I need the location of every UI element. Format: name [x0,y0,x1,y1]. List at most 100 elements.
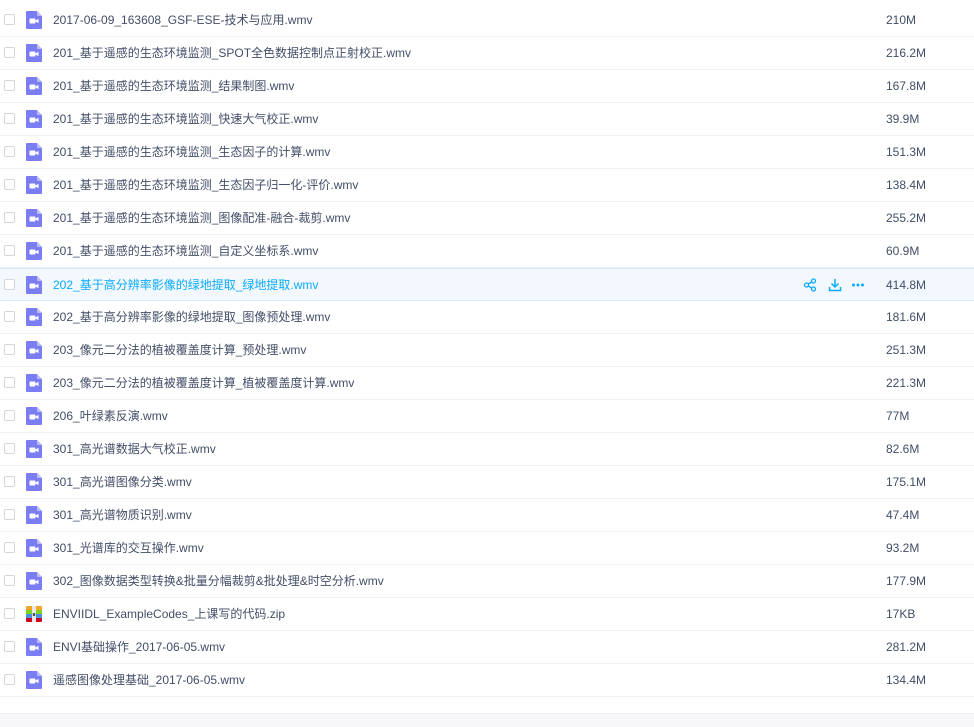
video-file-icon [26,77,42,95]
row-checkbox[interactable] [4,344,15,355]
file-row[interactable]: 201_基于遥感的生态环境监测_SPOT全色数据控制点正射校正.wmv 216.2… [0,37,974,70]
file-name[interactable]: 301_高光谱数据大气校正.wmv [53,433,216,465]
file-name[interactable]: 206_叶绿素反演.wmv [53,400,168,432]
file-size: 177.9M [886,574,927,588]
file-size: 77M [886,409,910,423]
row-checkbox[interactable] [4,311,15,322]
file-name[interactable]: 201_基于遥感的生态环境监测_生态因子归一化-评价.wmv [53,169,358,201]
row-checkbox[interactable] [4,575,15,586]
file-name[interactable]: 201_基于遥感的生态环境监测_SPOT全色数据控制点正射校正.wmv [53,37,411,69]
file-name[interactable]: ENVIIDL_ExampleCodes_上课写的代码.zip [53,598,285,630]
file-size: 181.6M [886,310,927,324]
file-size: 60.9M [886,244,920,258]
download-icon[interactable] [828,278,842,292]
row-checkbox[interactable] [4,80,15,91]
file-name[interactable]: 201_基于遥感的生态环境监测_图像配准-融合-裁剪.wmv [53,202,350,234]
video-file-icon [26,308,42,326]
file-row[interactable]: 203_像元二分法的植被覆盖度计算_植被覆盖度计算.wmv 221.3M [0,367,974,400]
file-size: 251.3M [886,343,927,357]
file-name[interactable]: 201_基于遥感的生态环境监测_结果制图.wmv [53,70,294,102]
file-name[interactable]: ENVI基础操作_2017-06-05.wmv [53,631,225,663]
file-size: 151.3M [886,145,927,159]
file-row[interactable]: 301_高光谱数据大气校正.wmv 82.6M [0,433,974,466]
video-file-icon [26,638,42,656]
file-row[interactable]: 206_叶绿素反演.wmv 77M [0,400,974,433]
video-file-icon [26,11,42,29]
file-row[interactable]: 201_基于遥感的生态环境监测_生态因子的计算.wmv 151.3M [0,136,974,169]
file-name[interactable]: 203_像元二分法的植被覆盖度计算_预处理.wmv [53,334,306,366]
row-checkbox[interactable] [4,212,15,223]
file-size: 281.2M [886,640,927,654]
row-checkbox[interactable] [4,245,15,256]
file-row[interactable]: 202_基于高分辨率影像的绿地提取_图像预处理.wmv 181.6M [0,301,974,334]
file-row[interactable]: 201_基于遥感的生态环境监测_生态因子归一化-评价.wmv 138.4M [0,169,974,202]
file-size: 216.2M [886,46,927,60]
row-checkbox[interactable] [4,146,15,157]
file-row[interactable]: ENVI基础操作_2017-06-05.wmv 281.2M [0,631,974,664]
file-size: 221.3M [886,376,927,390]
file-row[interactable]: 203_像元二分法的植被覆盖度计算_预处理.wmv 251.3M [0,334,974,367]
video-file-icon [26,143,42,161]
video-file-icon [26,440,42,458]
file-name[interactable]: 202_基于高分辨率影像的绿地提取_绿地提取.wmv [53,269,318,301]
file-row[interactable]: 301_光谱库的交互操作.wmv 93.2M [0,532,974,565]
file-name[interactable]: 遥感图像处理基础_2017-06-05.wmv [53,664,245,696]
file-name[interactable]: 301_光谱库的交互操作.wmv [53,532,204,564]
file-name[interactable]: 201_基于遥感的生态环境监测_生态因子的计算.wmv [53,136,330,168]
more-icon[interactable] [851,278,865,292]
file-size: 414.8M [886,278,927,292]
file-row[interactable]: 301_高光谱图像分类.wmv 175.1M [0,466,974,499]
video-file-icon [26,671,42,689]
file-size: 39.9M [886,112,920,126]
share-icon[interactable] [803,278,817,292]
file-row[interactable]: 301_高光谱物质识别.wmv 47.4M [0,499,974,532]
row-checkbox[interactable] [4,509,15,520]
row-checkbox[interactable] [4,542,15,553]
file-name[interactable]: 301_高光谱物质识别.wmv [53,499,192,531]
file-size: 167.8M [886,79,927,93]
video-file-icon [26,110,42,128]
row-checkbox[interactable] [4,47,15,58]
file-name[interactable]: 202_基于高分辨率影像的绿地提取_图像预处理.wmv [53,301,330,333]
file-row[interactable]: 2017-06-09_163608_GSF-ESE-技术与应用.wmv 210M [0,4,974,37]
file-size: 255.2M [886,211,927,225]
file-size: 134.4M [886,673,927,687]
row-checkbox[interactable] [4,641,15,652]
file-size: 17KB [886,607,916,621]
video-file-icon [26,341,42,359]
row-checkbox[interactable] [4,476,15,487]
row-checkbox[interactable] [4,443,15,454]
file-row[interactable]: 201_基于遥感的生态环境监测_快速大气校正.wmv 39.9M [0,103,974,136]
video-file-icon [26,407,42,425]
row-checkbox[interactable] [4,608,15,619]
file-row[interactable]: 201_基于遥感的生态环境监测_自定义坐标系.wmv 60.9M [0,235,974,268]
file-size: 210M [886,13,917,27]
row-checkbox[interactable] [4,377,15,388]
file-name[interactable]: 201_基于遥感的生态环境监测_自定义坐标系.wmv [53,235,318,267]
file-list: 2017-06-09_163608_GSF-ESE-技术与应用.wmv 210M 2… [0,4,974,697]
file-row[interactable]: 201_基于遥感的生态环境监测_图像配准-融合-裁剪.wmv 255.2M [0,202,974,235]
bottom-bar [0,713,974,727]
file-name[interactable]: 201_基于遥感的生态环境监测_快速大气校正.wmv [53,103,318,135]
file-size: 93.2M [886,541,920,555]
file-name[interactable]: 302_图像数据类型转换&批量分幅裁剪&批处理&时空分析.wmv [53,565,384,597]
file-size: 47.4M [886,508,920,522]
file-name[interactable]: 301_高光谱图像分类.wmv [53,466,192,498]
row-checkbox[interactable] [4,14,15,25]
file-row[interactable]: ENVIIDL_ExampleCodes_上课写的代码.zip 17KB [0,598,974,631]
row-checkbox[interactable] [4,113,15,124]
file-row[interactable]: 201_基于遥感的生态环境监测_结果制图.wmv 167.8M [0,70,974,103]
row-checkbox[interactable] [4,674,15,685]
row-checkbox[interactable] [4,179,15,190]
file-size: 138.4M [886,178,927,192]
video-file-icon [26,374,42,392]
file-name[interactable]: 203_像元二分法的植被覆盖度计算_植被覆盖度计算.wmv [53,367,354,399]
file-size: 82.6M [886,442,920,456]
file-row[interactable]: 遥感图像处理基础_2017-06-05.wmv 134.4M [0,664,974,697]
row-checkbox[interactable] [4,410,15,421]
file-name[interactable]: 2017-06-09_163608_GSF-ESE-技术与应用.wmv [53,4,312,36]
file-row[interactable]: 302_图像数据类型转换&批量分幅裁剪&批处理&时空分析.wmv 177.9M [0,565,974,598]
file-row[interactable]: 202_基于高分辨率影像的绿地提取_绿地提取.wmv 414.8M [0,268,974,301]
video-file-icon [26,176,42,194]
row-checkbox[interactable] [4,279,15,290]
